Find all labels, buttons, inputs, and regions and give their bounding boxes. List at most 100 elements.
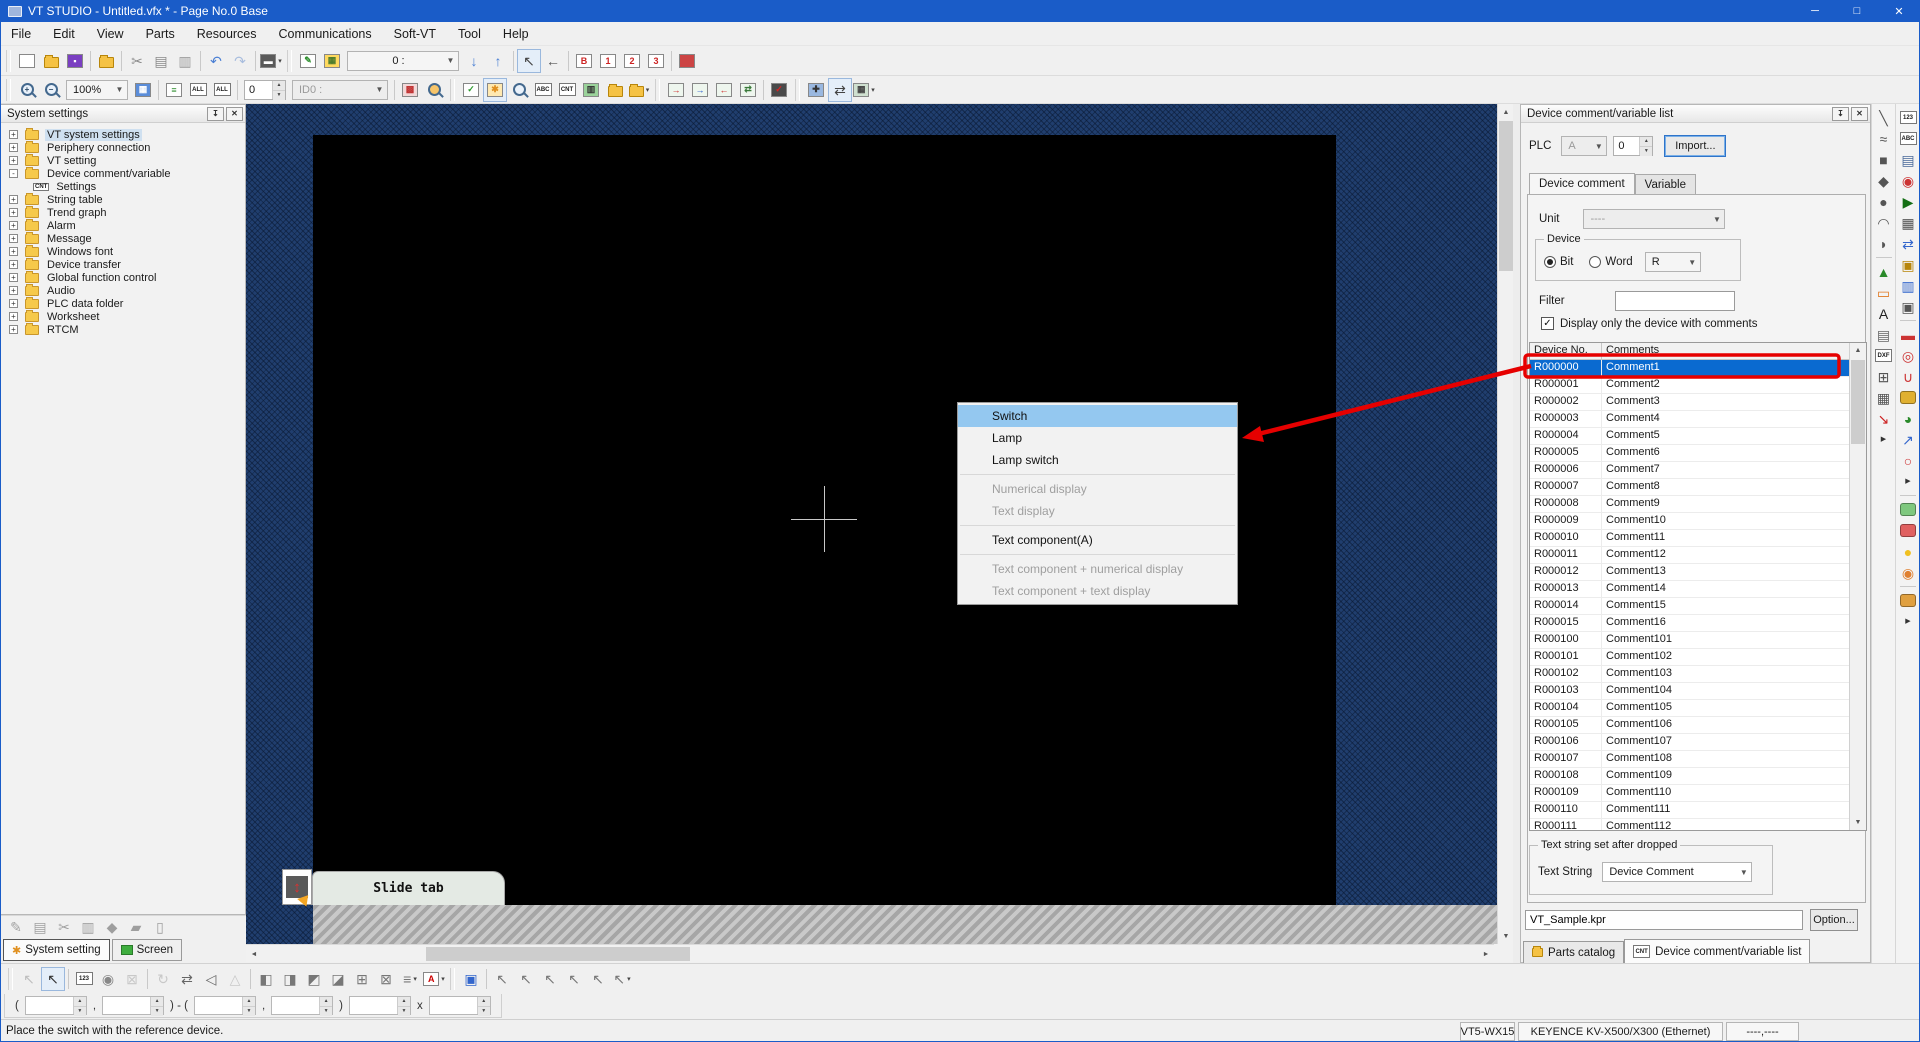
rectangle-tool-icon[interactable]: ■: [1873, 149, 1894, 170]
simulator-edit-icon[interactable]: ✓: [459, 78, 483, 102]
dial-parts-icon[interactable]: ◎: [1898, 345, 1919, 366]
select-numeric-parts-icon[interactable]: ↖: [538, 967, 562, 991]
zoom-in-icon[interactable]: +: [15, 78, 39, 102]
expand-icon[interactable]: +: [9, 325, 18, 334]
flip-horizontal-icon[interactable]: ⇄: [175, 967, 199, 991]
table-row[interactable]: R000008Comment9: [1530, 496, 1851, 513]
table-row[interactable]: R000011Comment12: [1530, 547, 1851, 564]
scroll-down-icon[interactable]: ▼: [1498, 928, 1514, 944]
tree-item-periphery-connection[interactable]: +Periphery connection: [1, 141, 245, 154]
document-display-icon[interactable]: ▤: [1873, 324, 1894, 345]
send-to-back-icon[interactable]: ◨: [278, 967, 302, 991]
text-string-combo[interactable]: Device Comment▼: [1602, 862, 1752, 882]
dxf-parts-icon[interactable]: DXF: [1873, 345, 1894, 366]
spin-up-icon[interactable]: ▲: [1640, 137, 1652, 147]
menu-edit[interactable]: Edit: [42, 22, 86, 45]
menu-help[interactable]: Help: [492, 22, 540, 45]
tree-item-settings[interactable]: CNTSettings: [1, 180, 245, 193]
ellipse-tool-icon[interactable]: ●: [1873, 191, 1894, 212]
device-comment-icon[interactable]: CNT: [555, 78, 579, 102]
tree-item-alarm[interactable]: +Alarm: [1, 219, 245, 232]
column-comments[interactable]: Comments: [1602, 343, 1866, 359]
select-text-parts-icon[interactable]: ↖: [562, 967, 586, 991]
select-cursor-icon[interactable]: ↖: [41, 967, 65, 991]
tab-system-setting[interactable]: ✱System setting: [3, 939, 110, 961]
zoom-out-icon[interactable]: −: [39, 78, 63, 102]
transfer-to-vt-icon[interactable]: →: [664, 78, 688, 102]
expand-icon[interactable]: +: [9, 221, 18, 230]
vt-monitor-icon[interactable]: ✓: [767, 78, 791, 102]
grid-icon[interactable]: ▦: [131, 78, 155, 102]
menu-parts[interactable]: Parts: [135, 22, 186, 45]
page-select-combo[interactable]: 0 :▼: [347, 51, 459, 71]
table-row[interactable]: R000003Comment4: [1530, 411, 1851, 428]
pin-icon[interactable]: ↧: [1832, 107, 1849, 121]
spin-down-icon[interactable]: ▼: [151, 1007, 163, 1016]
more-draw-tools-icon[interactable]: ▶: [1873, 429, 1894, 450]
transfer-verify-icon[interactable]: ⇄: [736, 78, 760, 102]
print-icon[interactable]: ▬▾: [259, 49, 283, 73]
meter-parts-icon[interactable]: ∪: [1898, 366, 1919, 387]
film-parts-icon[interactable]: ▦: [1898, 212, 1919, 233]
library-icon[interactable]: ▾: [627, 78, 651, 102]
panel-splitter[interactable]: [1513, 104, 1520, 963]
preview-icon[interactable]: [507, 78, 531, 102]
align-icon[interactable]: ≡▾: [398, 967, 422, 991]
camera-view-parts-icon[interactable]: ▣: [1898, 296, 1919, 317]
expand-icon[interactable]: +: [9, 130, 18, 139]
copy-icon[interactable]: ▤: [149, 49, 173, 73]
expand-icon[interactable]: +: [9, 299, 18, 308]
select-window-parts-icon[interactable]: ↖: [586, 967, 610, 991]
tree-item-device-transfer[interactable]: +Device transfer: [1, 258, 245, 271]
table-row[interactable]: R000001Comment2: [1530, 377, 1851, 394]
list-display-parts-icon[interactable]: ▤: [1898, 149, 1919, 170]
parts-catalog-icon[interactable]: [603, 78, 627, 102]
expand-icon[interactable]: +: [9, 143, 18, 152]
window-1-icon[interactable]: 1: [596, 49, 620, 73]
tab-screen[interactable]: Screen: [112, 939, 182, 961]
bit-radio[interactable]: [1544, 256, 1556, 268]
table-row[interactable]: R000015Comment16: [1530, 615, 1851, 632]
plc-number-spinner[interactable]: 0 ▲▼: [1613, 136, 1653, 156]
video-parts-icon[interactable]: ▶: [1898, 191, 1919, 212]
tree-item-worksheet[interactable]: +Worksheet: [1, 310, 245, 323]
menu-communications[interactable]: Communications: [268, 22, 383, 45]
table-row[interactable]: R000110Comment111: [1530, 802, 1851, 819]
collapse-icon[interactable]: -: [9, 169, 18, 178]
spin-down-icon[interactable]: ▼: [243, 1007, 255, 1016]
table-scrollbar[interactable]: ▲ ▼: [1849, 343, 1866, 830]
open-file-icon[interactable]: [39, 49, 63, 73]
menu-item-lamp-switch[interactable]: Lamp switch: [958, 449, 1237, 471]
menu-view[interactable]: View: [86, 22, 135, 45]
align-parts-grid-icon[interactable]: ≡: [162, 78, 186, 102]
tree-item-windows-font[interactable]: +Windows font: [1, 245, 245, 258]
window-copy-parts-icon[interactable]: ▣: [1898, 254, 1919, 275]
menu-item-switch[interactable]: Switch: [958, 405, 1237, 427]
coord-spinner-3[interactable]: ▲▼: [271, 996, 333, 1015]
new-file-icon[interactable]: [15, 49, 39, 73]
coord-spinner-2[interactable]: ▲▼: [194, 996, 256, 1015]
spin-down-icon[interactable]: ▼: [74, 1007, 86, 1016]
lamp-switch-parts-icon[interactable]: [1898, 520, 1919, 541]
box-parts-icon[interactable]: ▭: [1873, 282, 1894, 303]
polygon-tool-icon[interactable]: ◆: [1873, 170, 1894, 191]
tab-parts-catalog[interactable]: Parts catalog: [1523, 941, 1624, 963]
table-row[interactable]: R000100Comment101: [1530, 632, 1851, 649]
simulator-icon[interactable]: ▦▾: [852, 78, 876, 102]
spin-down-icon[interactable]: ▼: [320, 1007, 332, 1016]
spin-down-icon[interactable]: ▼: [273, 91, 285, 100]
minimize-button[interactable]: ─: [1794, 0, 1836, 22]
show-all-off-icon[interactable]: ALL: [210, 78, 234, 102]
editor-canvas[interactable]: ↕ Slide tab: [246, 104, 1497, 944]
coord-spinner-4[interactable]: ▲▼: [349, 996, 411, 1015]
slide-tab-part[interactable]: Slide tab: [312, 871, 505, 905]
menu-tool[interactable]: Tool: [447, 22, 492, 45]
pie-chart-parts-icon[interactable]: ◕: [1898, 408, 1919, 429]
scroll-down-icon[interactable]: ▼: [1850, 815, 1866, 830]
expand-icon[interactable]: +: [9, 273, 18, 282]
window-list-icon[interactable]: ▥: [579, 78, 603, 102]
tree-item-rtcm[interactable]: +RTCM: [1, 323, 245, 336]
spin-up-icon[interactable]: ▲: [243, 997, 255, 1007]
scroll-up-icon[interactable]: ▲: [1850, 343, 1866, 358]
expand-icon[interactable]: +: [9, 247, 18, 256]
